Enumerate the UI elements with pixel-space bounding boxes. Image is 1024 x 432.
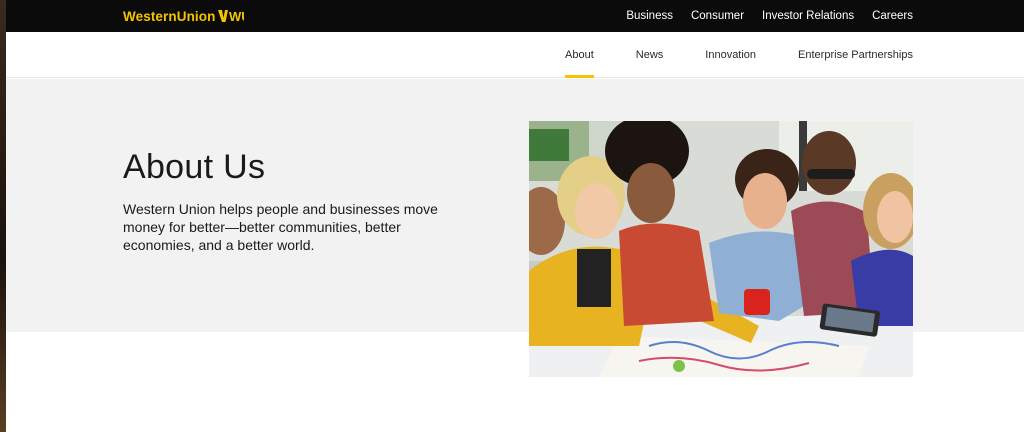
- svg-text:WU: WU: [229, 9, 244, 23]
- wu-logo-icon: WU: [218, 9, 245, 23]
- sub-nav-news[interactable]: News: [636, 32, 664, 78]
- sub-nav: About News Innovation Enterprise Partner…: [0, 32, 1024, 78]
- page-title: About Us: [123, 148, 266, 186]
- top-nav: Business Consumer Investor Relations Car…: [608, 0, 913, 32]
- western-union-logo[interactable]: WesternUnion WU: [123, 8, 245, 24]
- top-nav-business[interactable]: Business: [626, 10, 673, 22]
- window-edge: [0, 0, 6, 432]
- top-nav-careers[interactable]: Careers: [872, 10, 913, 22]
- top-nav-consumer[interactable]: Consumer: [691, 10, 744, 22]
- hero-description: Western Union helps people and businesse…: [123, 201, 438, 253]
- sub-nav-about[interactable]: About: [565, 32, 594, 78]
- team-photo: [529, 121, 913, 377]
- team-collaboration-photo: [529, 121, 913, 377]
- sub-nav-enterprise-partnerships[interactable]: Enterprise Partnerships: [798, 32, 913, 78]
- top-nav-investor-relations[interactable]: Investor Relations: [762, 10, 854, 22]
- sub-nav-innovation[interactable]: Innovation: [705, 32, 756, 78]
- top-bar: WesternUnion WU Business Consumer Invest…: [0, 0, 1024, 32]
- logo-wordmark: WesternUnion: [123, 8, 216, 24]
